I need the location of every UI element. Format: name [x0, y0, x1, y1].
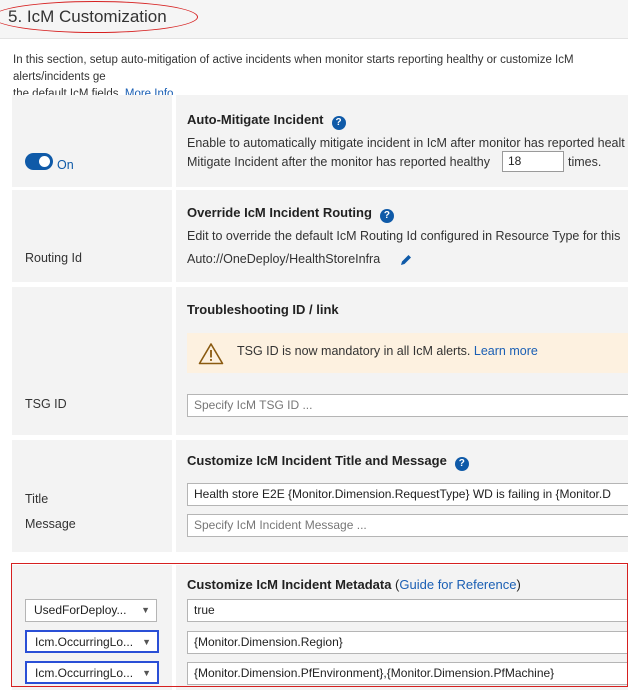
column-divider — [172, 95, 176, 187]
intro-line-1: In this section, setup auto-mitigation o… — [13, 54, 574, 83]
auto-mitigate-toggle[interactable] — [25, 153, 53, 170]
routing-title: Override IcM Incident Routing? — [187, 205, 394, 223]
learn-more-link[interactable]: Learn more — [474, 344, 538, 358]
times-label: times. — [568, 155, 602, 169]
mitigate-after-label: Mitigate Incident after the monitor has … — [187, 155, 490, 169]
column-divider — [172, 287, 176, 435]
incident-title-input[interactable]: Health store E2E {Monitor.Dimension.Requ… — [187, 483, 628, 506]
toggle-state-label: On — [57, 158, 74, 172]
column-divider — [172, 440, 176, 552]
auto-mitigate-title: Auto-Mitigate Incident? — [187, 112, 346, 130]
title-label: Title — [25, 492, 49, 506]
tsg-id-input[interactable]: Specify IcM TSG ID ... — [187, 394, 628, 417]
message-label: Message — [25, 517, 76, 531]
help-icon[interactable]: ? — [454, 457, 469, 471]
title-message-heading: Customize IcM Incident Title and Message… — [187, 453, 469, 471]
column-divider — [172, 190, 176, 282]
tsg-title: Troubleshooting ID / link — [187, 302, 339, 317]
auto-mitigate-description: Enable to automatically mitigate inciden… — [187, 136, 625, 150]
help-icon[interactable]: ? — [379, 209, 394, 223]
routing-id-label: Routing Id — [25, 251, 82, 265]
routing-description: Edit to override the default IcM Routing… — [187, 229, 621, 243]
metadata-annotation-box — [11, 563, 628, 687]
incident-message-input[interactable]: Specify IcM Incident Message ... — [187, 514, 628, 537]
healthy-count-input[interactable]: 18 — [502, 151, 564, 172]
title-annotation-ellipse — [0, 1, 198, 33]
warning-icon — [198, 343, 224, 365]
edit-pencil-icon[interactable] — [399, 253, 413, 267]
help-icon[interactable]: ? — [331, 116, 346, 130]
tsg-id-label: TSG ID — [25, 397, 67, 411]
routing-id-value: Auto://OneDeploy/HealthStoreInfra — [187, 252, 381, 266]
tsg-warning-text: TSG ID is now mandatory in all IcM alert… — [237, 344, 538, 358]
